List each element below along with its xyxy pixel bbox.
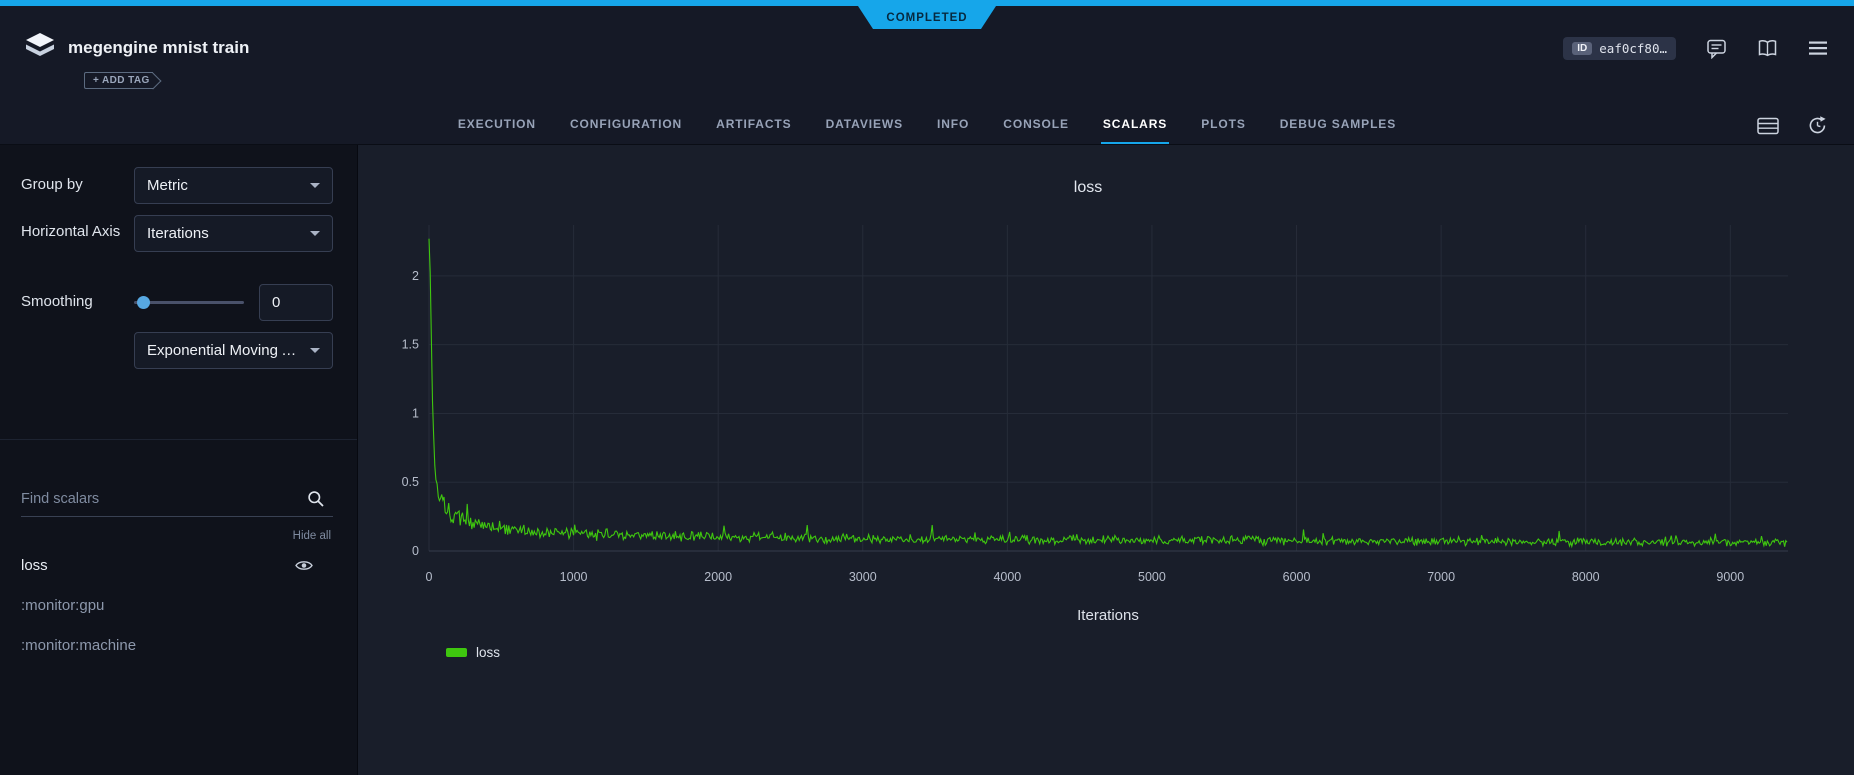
status-color-strip bbox=[0, 0, 1854, 6]
svg-text:0: 0 bbox=[426, 570, 433, 584]
svg-text:1: 1 bbox=[412, 406, 419, 420]
smoothing-label: Smoothing bbox=[21, 292, 93, 312]
smoothing-value-input[interactable] bbox=[259, 284, 333, 321]
search-icon[interactable] bbox=[307, 490, 325, 508]
auto-refresh-button[interactable] bbox=[1807, 115, 1828, 136]
smoothing-slider-track[interactable] bbox=[134, 301, 244, 304]
comments-button[interactable] bbox=[1706, 38, 1727, 59]
svg-text:8000: 8000 bbox=[1572, 570, 1600, 584]
chart-legend[interactable]: loss bbox=[446, 645, 500, 660]
smoothing-type-select[interactable]: Exponential Moving Av… bbox=[134, 332, 333, 369]
visibility-eye-icon[interactable] bbox=[295, 559, 313, 572]
metrics-table-button[interactable] bbox=[1757, 115, 1779, 136]
horizontal-axis-select[interactable]: Iterations bbox=[134, 215, 333, 252]
chevron-down-icon bbox=[310, 348, 320, 353]
scalars-panel: loss 0 0.5 1 1.5 2 0 1000 2000 3000 4000 5000 6000 7… bbox=[358, 145, 1854, 775]
sidebar-divider bbox=[0, 439, 357, 440]
smoothing-type-value: Exponential Moving Av… bbox=[147, 342, 302, 359]
svg-text:4000: 4000 bbox=[993, 570, 1021, 584]
legend-swatch-loss bbox=[446, 648, 467, 657]
docs-button[interactable] bbox=[1757, 39, 1778, 58]
svg-text:2000: 2000 bbox=[704, 570, 732, 584]
refresh-clock-icon bbox=[1807, 115, 1828, 136]
id-chip: ID bbox=[1572, 42, 1592, 55]
experiment-detail-page: COMPLETED megengine mnist train + ADD TA… bbox=[0, 0, 1854, 775]
tab-scalars[interactable]: SCALARS bbox=[1086, 104, 1184, 144]
svg-text:3000: 3000 bbox=[849, 570, 877, 584]
hamburger-menu-icon bbox=[1808, 40, 1828, 56]
svg-text:5000: 5000 bbox=[1138, 570, 1166, 584]
smoothing-slider-thumb[interactable] bbox=[137, 296, 150, 309]
smoothing-slider[interactable] bbox=[134, 292, 244, 312]
tab-artifacts[interactable]: ARTIFACTS bbox=[699, 104, 808, 144]
svg-text:6000: 6000 bbox=[1283, 570, 1311, 584]
tab-info[interactable]: INFO bbox=[920, 104, 986, 144]
svg-text:1.5: 1.5 bbox=[402, 338, 419, 352]
chart-x-axis-label: Iterations bbox=[358, 607, 1854, 624]
book-icon bbox=[1757, 39, 1778, 58]
scalar-list-item-monitor-gpu[interactable]: :monitor:gpu bbox=[0, 585, 357, 625]
tab-console[interactable]: CONSOLE bbox=[986, 104, 1086, 144]
group-by-select[interactable]: Metric bbox=[134, 167, 333, 204]
svg-text:0.5: 0.5 bbox=[402, 475, 419, 489]
metric-label: loss bbox=[21, 557, 48, 574]
search-input[interactable] bbox=[21, 481, 301, 516]
scalar-list-item-monitor-machine[interactable]: :monitor:machine bbox=[0, 625, 357, 665]
scalars-sidebar: Group by Metric Horizontal Axis Iteratio… bbox=[0, 145, 358, 775]
chevron-down-icon bbox=[310, 183, 320, 188]
svg-text:2: 2 bbox=[412, 269, 419, 283]
chevron-down-icon bbox=[310, 231, 320, 236]
svg-text:0: 0 bbox=[412, 544, 419, 558]
id-value: eaf0cf80… bbox=[1599, 41, 1667, 56]
svg-text:7000: 7000 bbox=[1427, 570, 1455, 584]
tab-bar-tabs: EXECUTIONCONFIGURATIONARTIFACTSDATAVIEWS… bbox=[0, 104, 1854, 144]
group-by-label: Group by bbox=[21, 175, 83, 195]
svg-text:1000: 1000 bbox=[560, 570, 588, 584]
menu-button[interactable] bbox=[1808, 40, 1828, 56]
svg-text:9000: 9000 bbox=[1716, 570, 1744, 584]
group-by-value: Metric bbox=[147, 177, 188, 194]
tab-plots[interactable]: PLOTS bbox=[1184, 104, 1263, 144]
metric-label: :monitor:machine bbox=[21, 637, 136, 654]
horizontal-axis-value: Iterations bbox=[147, 225, 209, 242]
tab-execution[interactable]: EXECUTION bbox=[441, 104, 553, 144]
experiment-id-badge[interactable]: ID eaf0cf80… bbox=[1563, 37, 1676, 60]
chart-title: loss bbox=[358, 179, 1818, 197]
status-badge-label: COMPLETED bbox=[886, 12, 967, 24]
loss-line-chart[interactable]: 0 0.5 1 1.5 2 0 1000 2000 3000 4000 5000 6000 7000 80… bbox=[358, 205, 1818, 605]
tabbar-actions bbox=[1757, 115, 1828, 136]
comment-icon bbox=[1706, 38, 1727, 59]
table-view-icon bbox=[1757, 117, 1779, 135]
experiment-title: megengine mnist train bbox=[68, 38, 249, 58]
scalar-list: loss :monitor:gpu :monitor:machine bbox=[0, 545, 357, 665]
tab-debug-samples[interactable]: DEBUG SAMPLES bbox=[1263, 104, 1413, 144]
tab-configuration[interactable]: CONFIGURATION bbox=[553, 104, 699, 144]
tab-dataviews[interactable]: DATAVIEWS bbox=[809, 104, 920, 144]
legend-label-loss: loss bbox=[476, 645, 500, 660]
add-tag-button[interactable]: + ADD TAG bbox=[84, 72, 153, 89]
status-badge: COMPLETED bbox=[858, 6, 996, 29]
scalar-list-item-loss[interactable]: loss bbox=[0, 545, 357, 585]
header-actions: ID eaf0cf80… bbox=[1563, 36, 1828, 60]
horizontal-axis-label: Horizontal Axis bbox=[21, 222, 120, 242]
scalar-search bbox=[21, 481, 333, 517]
app-logo-icon[interactable] bbox=[24, 32, 56, 62]
metric-label: :monitor:gpu bbox=[21, 597, 104, 614]
hide-all-link[interactable]: Hide all bbox=[293, 530, 331, 542]
